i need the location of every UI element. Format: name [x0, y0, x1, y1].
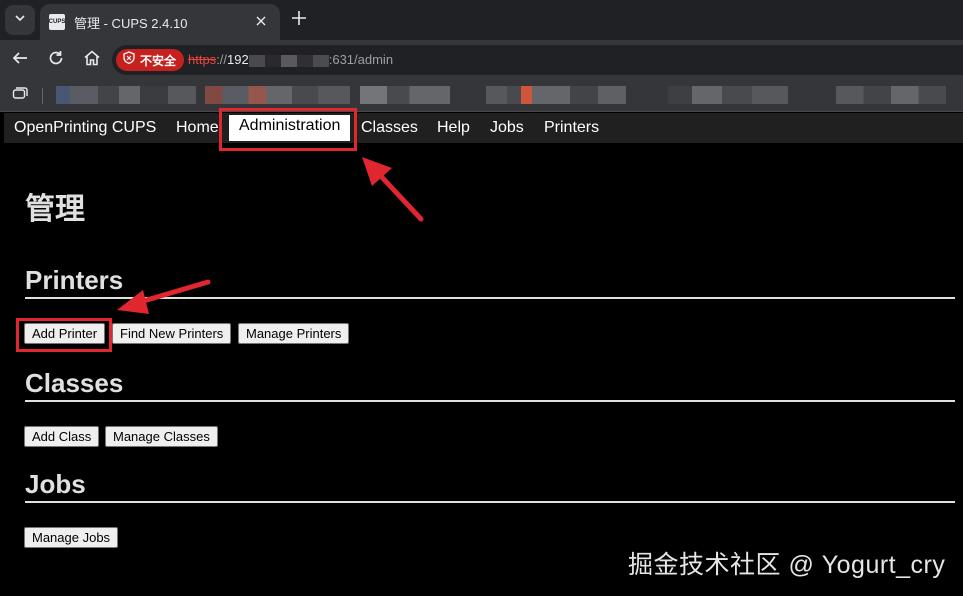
- browser-toolbar: 不安全 https://192 :631/admin: [0, 40, 963, 80]
- bookmark-item-redacted[interactable]: [360, 86, 450, 104]
- add-class-button[interactable]: Add Class: [24, 426, 100, 447]
- url-scheme: https: [188, 52, 217, 67]
- bookmark-item-redacted[interactable]: [205, 86, 350, 104]
- security-label: 不安全: [140, 53, 177, 68]
- tab-title: 管理 - CUPS 2.4.10: [74, 15, 188, 31]
- nav-jobs[interactable]: Jobs: [490, 119, 524, 137]
- manage-jobs-button[interactable]: Manage Jobs: [24, 527, 119, 548]
- home-icon: [83, 49, 101, 72]
- admin-page-content: 管理 Printers Add Printer Find New Printer…: [0, 143, 963, 596]
- page-title: 管理: [25, 192, 85, 227]
- url-separator: ://: [216, 52, 228, 67]
- reload-icon: [47, 49, 65, 72]
- manage-printers-button[interactable]: Manage Printers: [238, 323, 350, 344]
- browser-tabstrip: CUPS 管理 - CUPS 2.4.10: [0, 0, 963, 40]
- cups-favicon-icon: CUPS: [49, 14, 65, 30]
- back-button[interactable]: [8, 48, 32, 72]
- find-new-printers-button[interactable]: Find New Printers: [112, 323, 232, 344]
- section-heading-printers: Printers: [25, 265, 124, 295]
- bookmark-item-redacted[interactable]: [836, 86, 946, 104]
- home-button[interactable]: [80, 48, 104, 72]
- chevron-down-icon: [13, 11, 27, 30]
- highlight-box-add-printer: [16, 318, 112, 352]
- nav-classes[interactable]: Classes: [361, 119, 418, 137]
- nav-brand-openprinting-cups[interactable]: OpenPrinting CUPS: [14, 119, 156, 137]
- nav-help[interactable]: Help: [437, 119, 470, 137]
- bookmark-item-redacted[interactable]: [56, 86, 196, 104]
- section-divider: [25, 400, 955, 402]
- tab-search-button[interactable]: [5, 5, 35, 35]
- plus-icon: [291, 10, 307, 31]
- bookmarks-bar: [0, 80, 963, 112]
- manage-classes-button[interactable]: Manage Classes: [105, 426, 218, 447]
- section-divider: [25, 501, 955, 503]
- address-bar[interactable]: 不安全 https://192 :631/admin: [112, 45, 963, 75]
- tabs-icon: [12, 86, 28, 106]
- security-chip[interactable]: 不安全: [116, 49, 184, 71]
- close-icon: [256, 13, 266, 31]
- bookmark-separator: [42, 88, 43, 104]
- nav-home[interactable]: Home: [176, 119, 219, 137]
- new-tab-button[interactable]: [288, 9, 310, 31]
- reload-button[interactable]: [44, 48, 68, 72]
- url-text: https://192 :631/admin: [188, 52, 393, 67]
- back-arrow-icon: [11, 49, 29, 72]
- browser-tab-active[interactable]: CUPS 管理 - CUPS 2.4.10: [40, 4, 280, 40]
- section-heading-classes: Classes: [25, 368, 124, 398]
- section-divider: [25, 297, 955, 299]
- cups-navigation-bar: OpenPrinting CUPS Home Administration Cl…: [4, 113, 963, 143]
- watermark-text: 掘金技术社区 @ Yogurt_cry: [628, 551, 946, 579]
- section-heading-jobs: Jobs: [25, 469, 86, 499]
- bookmark-item-redacted[interactable]: [668, 86, 788, 104]
- shield-warning-icon: [123, 51, 135, 69]
- tab-close-button[interactable]: [252, 13, 270, 31]
- url-host-end: :631/admin: [328, 52, 394, 67]
- bookmark-apps-button[interactable]: [12, 86, 28, 106]
- nav-printers[interactable]: Printers: [544, 119, 599, 137]
- url-redacted-block: [248, 54, 329, 67]
- url-host-start: 192: [227, 52, 249, 67]
- bookmark-item-redacted[interactable]: [486, 86, 626, 104]
- highlight-box-administration: [219, 108, 357, 151]
